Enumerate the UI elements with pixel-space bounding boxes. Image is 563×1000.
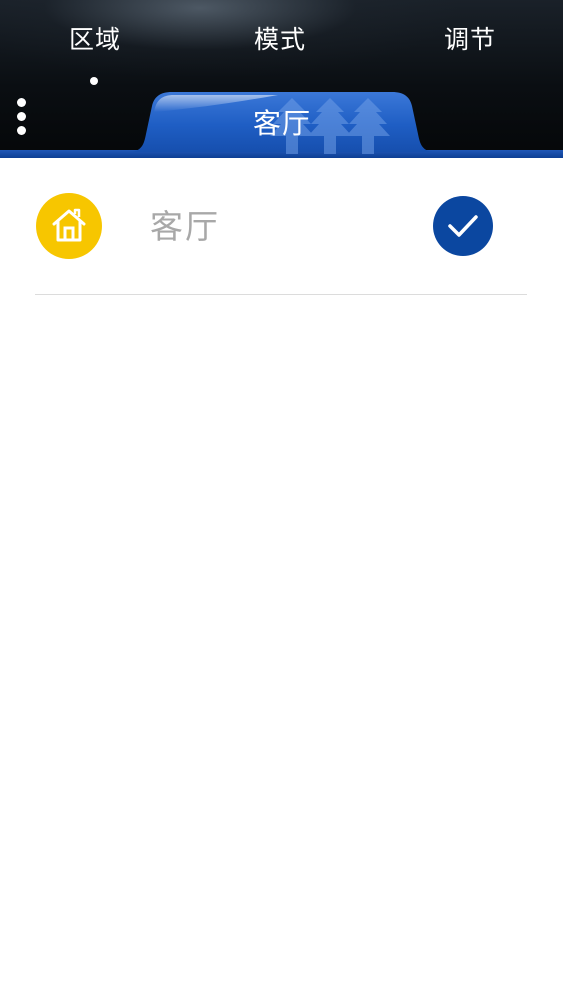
tab-mode[interactable]: 模式 [240, 22, 320, 58]
check-icon [433, 196, 493, 256]
top-navigation-header: 区域 模式 调节 客厅 [0, 0, 563, 158]
list-divider [35, 294, 527, 295]
home-icon [36, 193, 102, 259]
room-tab-label: 客厅 [252, 107, 311, 140]
more-menu-button[interactable] [8, 94, 36, 140]
list-item[interactable]: 客厅 [35, 190, 527, 294]
menu-dot-icon [17, 98, 26, 107]
room-tab-active[interactable]: 客厅 [128, 92, 436, 154]
tab-adjust[interactable]: 调节 [430, 22, 510, 58]
checkmark-glyph-icon [448, 215, 478, 237]
menu-dot-icon [17, 112, 26, 121]
tab-area[interactable]: 区域 [55, 22, 135, 58]
house-glyph-icon [52, 208, 86, 242]
app-screen: 区域 模式 调节 客厅 客厅 [0, 0, 563, 1000]
room-name: 客厅 [150, 207, 220, 246]
active-tab-indicator [90, 77, 98, 85]
menu-dot-icon [17, 126, 26, 135]
